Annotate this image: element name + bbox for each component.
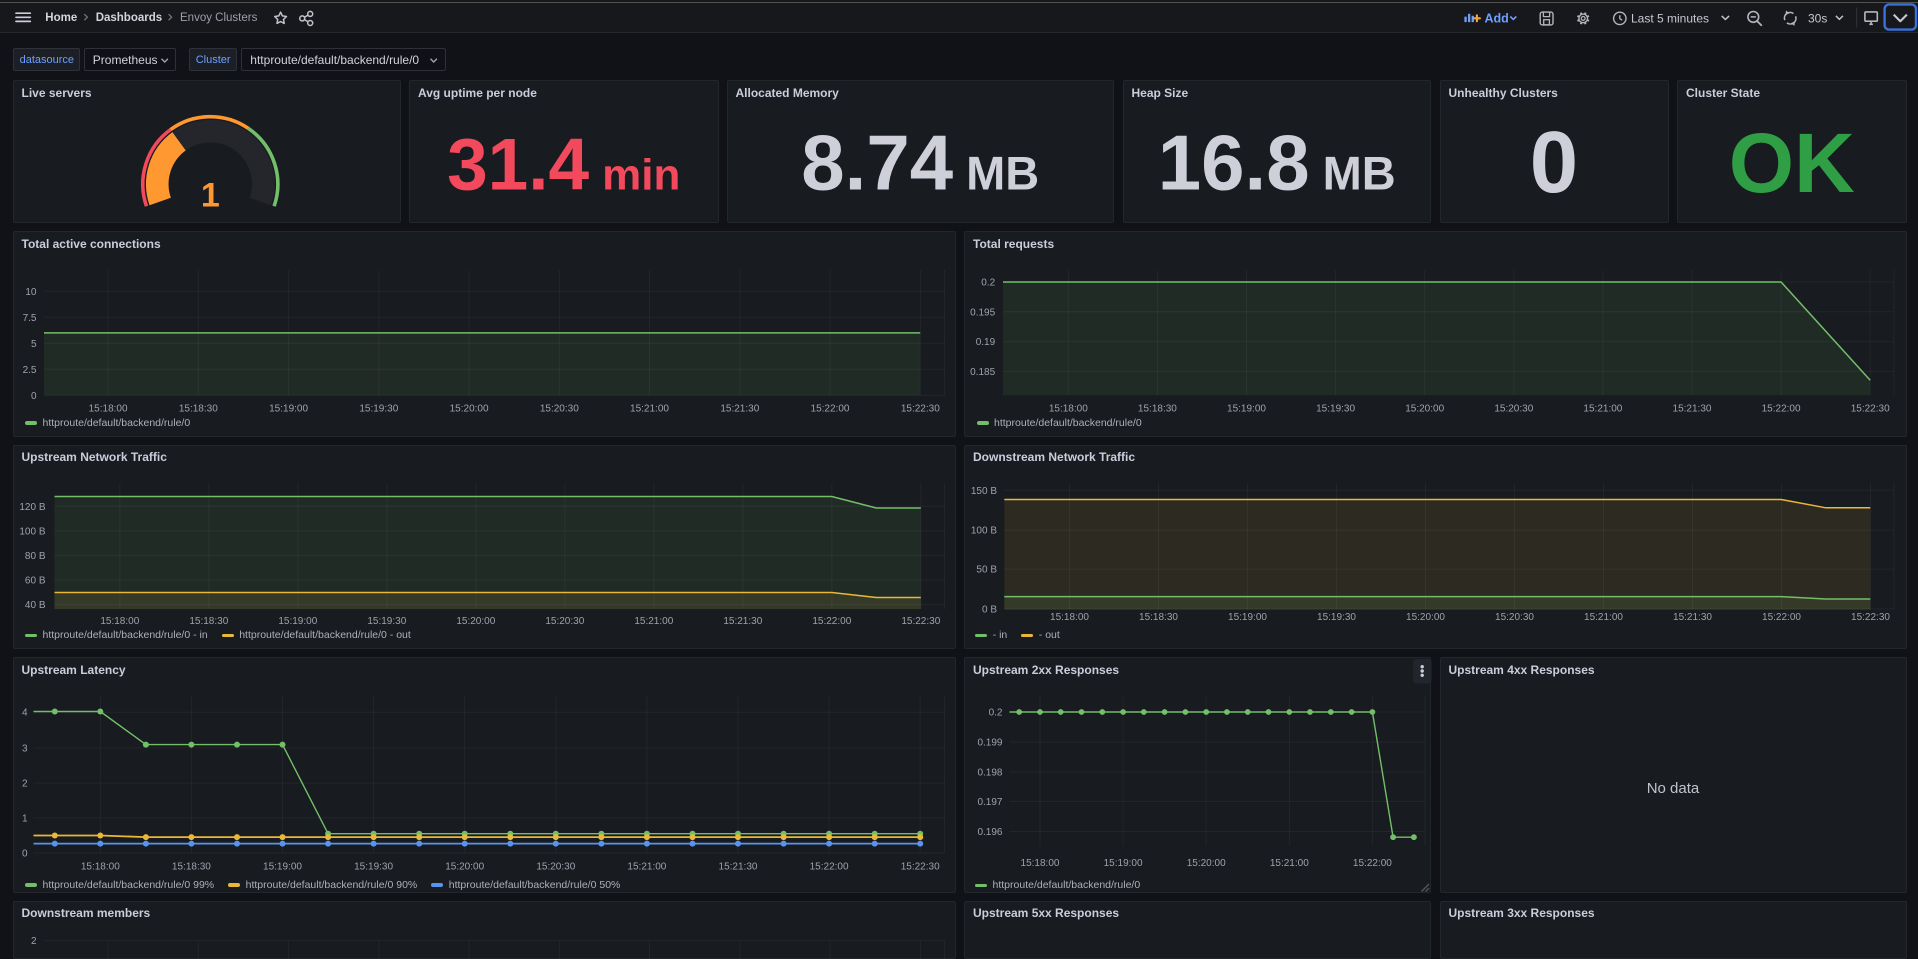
svg-text:15:18:30: 15:18:30 — [1139, 611, 1178, 622]
svg-text:15:22:00: 15:22:00 — [809, 862, 848, 873]
svg-text:15:20:30: 15:20:30 — [545, 615, 584, 626]
svg-text:5: 5 — [30, 339, 36, 350]
svg-text:15:21:00: 15:21:00 — [1583, 404, 1622, 415]
svg-text:2: 2 — [30, 936, 36, 947]
svg-text:15:22:30: 15:22:30 — [1851, 404, 1890, 415]
svg-text:15:19:00: 15:19:00 — [1228, 611, 1267, 622]
svg-text:15:21:00: 15:21:00 — [627, 862, 666, 873]
svg-text:15:20:30: 15:20:30 — [1495, 611, 1534, 622]
svg-text:15:20:00: 15:20:00 — [445, 862, 484, 873]
svg-text:0.2: 0.2 — [989, 708, 1003, 719]
svg-text:15:19:30: 15:19:30 — [1317, 611, 1356, 622]
svg-text:80 B: 80 B — [24, 550, 45, 561]
svg-text:0.199: 0.199 — [977, 738, 1002, 749]
svg-text:15:18:30: 15:18:30 — [189, 615, 228, 626]
svg-text:15:21:00: 15:21:00 — [634, 615, 673, 626]
svg-text:15:21:00: 15:21:00 — [1270, 858, 1309, 869]
svg-text:15:19:30: 15:19:30 — [359, 404, 398, 415]
svg-text:0.198: 0.198 — [977, 768, 1002, 779]
svg-text:150 B: 150 B — [971, 485, 997, 496]
svg-text:15:20:00: 15:20:00 — [449, 404, 488, 415]
svg-text:7.5: 7.5 — [22, 313, 36, 324]
svg-text:15:20:00: 15:20:00 — [1187, 858, 1226, 869]
svg-text:15:21:30: 15:21:30 — [1673, 404, 1712, 415]
svg-text:0.197: 0.197 — [977, 797, 1002, 808]
svg-text:0.185: 0.185 — [970, 367, 995, 378]
svg-text:2: 2 — [21, 779, 27, 790]
svg-text:0.19: 0.19 — [976, 337, 996, 348]
svg-text:15:20:30: 15:20:30 — [536, 862, 575, 873]
svg-text:0.195: 0.195 — [970, 307, 995, 318]
svg-text:15:19:00: 15:19:00 — [269, 404, 308, 415]
svg-text:15:18:30: 15:18:30 — [178, 404, 217, 415]
svg-text:15:19:00: 15:19:00 — [278, 615, 317, 626]
svg-text:15:22:00: 15:22:00 — [1762, 611, 1801, 622]
svg-text:15:20:30: 15:20:30 — [1494, 404, 1533, 415]
svg-text:0.196: 0.196 — [977, 827, 1002, 838]
svg-text:15:18:00: 15:18:00 — [1050, 611, 1089, 622]
svg-text:15:18:00: 15:18:00 — [80, 862, 119, 873]
svg-text:0: 0 — [30, 391, 36, 402]
svg-text:30s: 30s — [1808, 11, 1827, 25]
svg-text:4: 4 — [21, 708, 27, 719]
svg-text:15:22:00: 15:22:00 — [812, 615, 851, 626]
svg-text:1: 1 — [200, 177, 219, 215]
svg-text:15:19:00: 15:19:00 — [1104, 858, 1143, 869]
svg-text:Dashboards: Dashboards — [96, 12, 162, 24]
svg-text:15:20:30: 15:20:30 — [539, 404, 578, 415]
svg-text:15:22:30: 15:22:30 — [901, 615, 940, 626]
svg-text:10: 10 — [25, 287, 37, 298]
svg-text:15:21:30: 15:21:30 — [720, 404, 759, 415]
svg-text:15:21:30: 15:21:30 — [723, 615, 762, 626]
svg-text:Last 5 minutes: Last 5 minutes — [1631, 11, 1709, 25]
svg-text:100 B: 100 B — [19, 526, 45, 537]
svg-text:15:21:00: 15:21:00 — [1584, 611, 1623, 622]
svg-text:120 B: 120 B — [19, 501, 45, 512]
svg-text:15:20:00: 15:20:00 — [456, 615, 495, 626]
svg-text:Envoy Clusters: Envoy Clusters — [180, 12, 258, 24]
svg-text:15:19:00: 15:19:00 — [1227, 404, 1266, 415]
svg-text:60 B: 60 B — [24, 575, 45, 586]
svg-text:0: 0 — [21, 849, 27, 860]
svg-text:2.5: 2.5 — [22, 365, 36, 376]
svg-text:15:22:30: 15:22:30 — [1851, 611, 1890, 622]
svg-text:15:19:30: 15:19:30 — [367, 615, 406, 626]
svg-text:Home: Home — [45, 12, 77, 24]
svg-text:15:18:00: 15:18:00 — [1021, 858, 1060, 869]
svg-text:15:18:00: 15:18:00 — [100, 615, 139, 626]
svg-text:15:19:00: 15:19:00 — [263, 862, 302, 873]
svg-text:1: 1 — [21, 813, 27, 824]
svg-text:15:22:00: 15:22:00 — [810, 404, 849, 415]
svg-text:15:21:30: 15:21:30 — [1673, 611, 1712, 622]
svg-text:0 B: 0 B — [982, 604, 997, 615]
svg-text:50 B: 50 B — [976, 564, 997, 575]
svg-text:15:22:00: 15:22:00 — [1762, 404, 1801, 415]
svg-text:15:22:30: 15:22:30 — [900, 404, 939, 415]
svg-text:15:18:30: 15:18:30 — [1138, 404, 1177, 415]
svg-text:15:20:00: 15:20:00 — [1406, 611, 1445, 622]
svg-text:15:21:00: 15:21:00 — [630, 404, 669, 415]
svg-text:Add: Add — [1485, 11, 1509, 25]
svg-text:100 B: 100 B — [971, 525, 997, 536]
svg-text:15:18:00: 15:18:00 — [1049, 404, 1088, 415]
svg-text:3: 3 — [21, 743, 27, 754]
svg-text:15:19:30: 15:19:30 — [354, 862, 393, 873]
svg-text:15:20:00: 15:20:00 — [1405, 404, 1444, 415]
svg-text:15:19:30: 15:19:30 — [1316, 404, 1355, 415]
svg-text:0.2: 0.2 — [981, 278, 995, 289]
svg-text:15:21:30: 15:21:30 — [718, 862, 757, 873]
svg-text:15:18:30: 15:18:30 — [171, 862, 210, 873]
svg-text:15:22:00: 15:22:00 — [1353, 858, 1392, 869]
svg-text:15:22:30: 15:22:30 — [900, 862, 939, 873]
svg-text:40 B: 40 B — [24, 600, 45, 611]
svg-text:15:18:00: 15:18:00 — [88, 404, 127, 415]
